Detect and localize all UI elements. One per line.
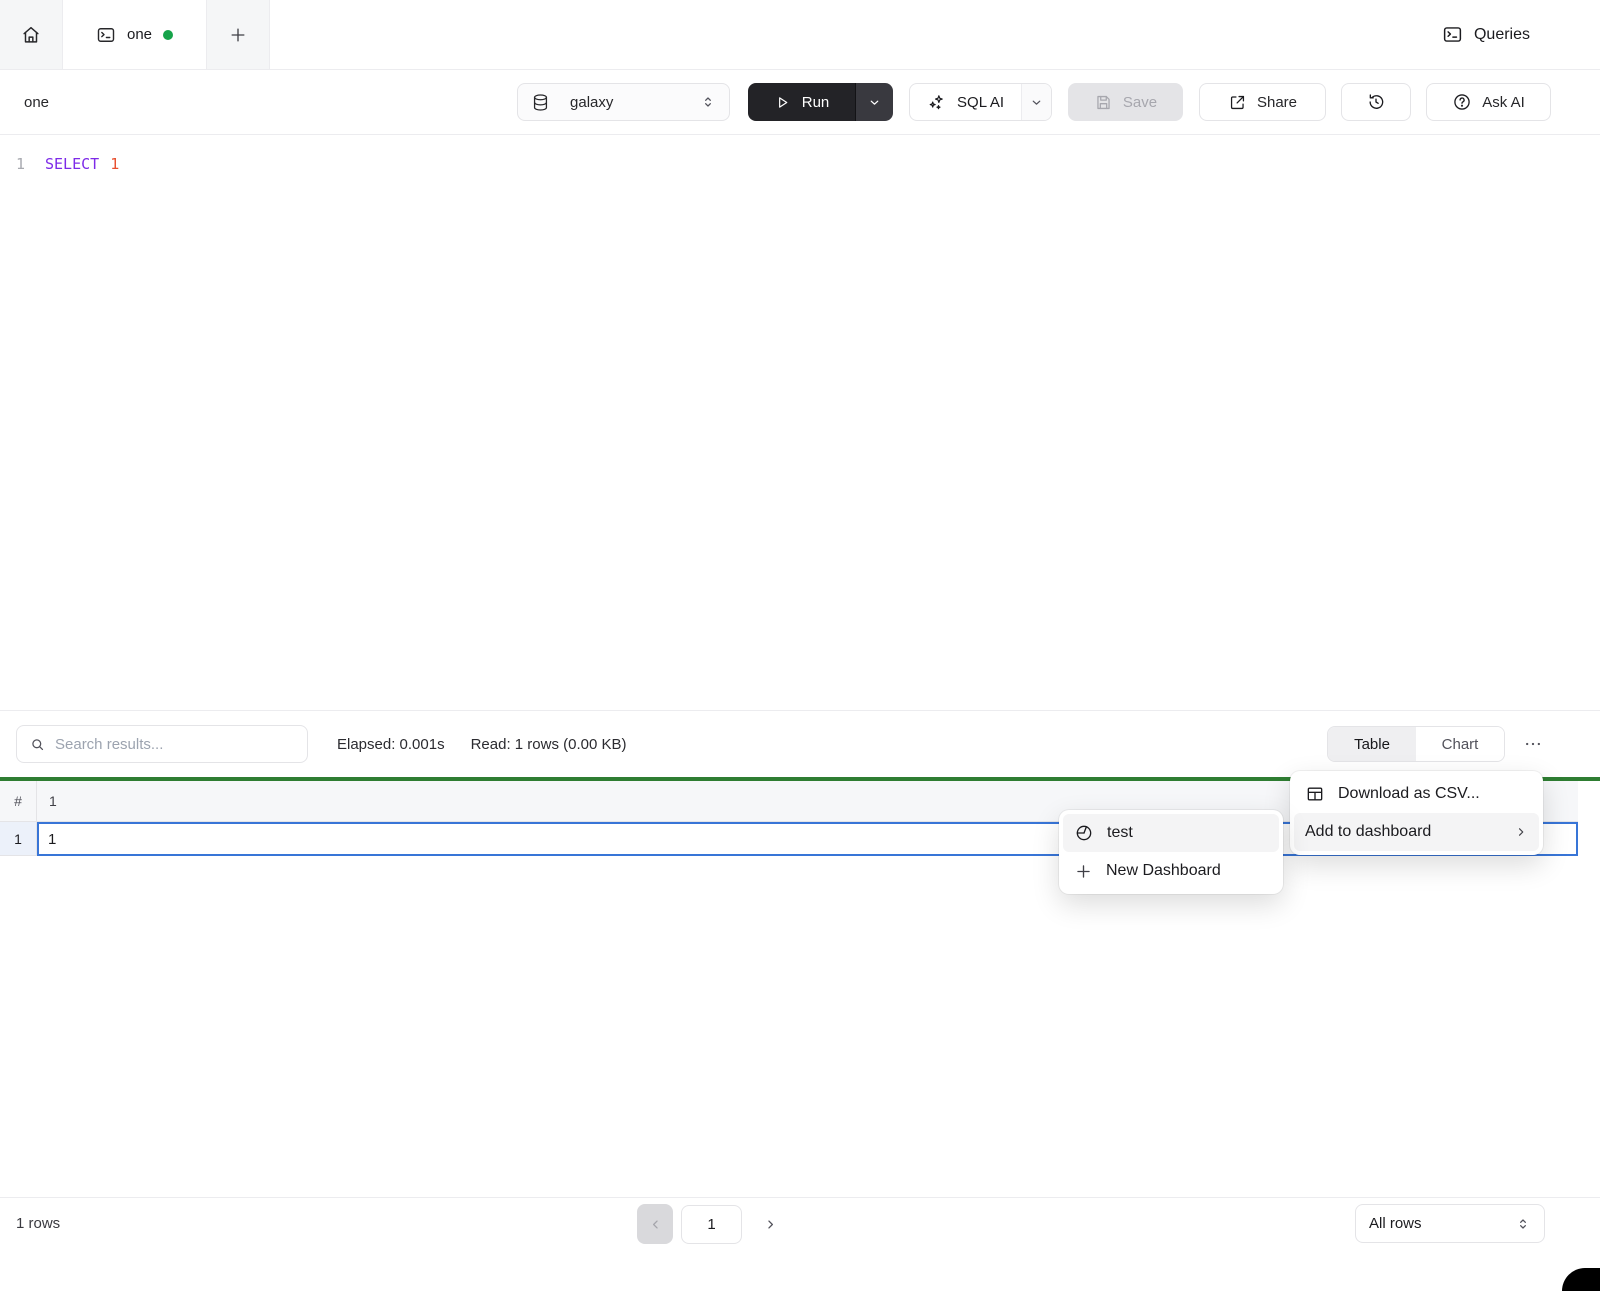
terminal-icon — [96, 25, 116, 45]
query-toolbar: one galaxy — [0, 70, 1600, 135]
ask-ai-label: Ask AI — [1482, 94, 1525, 111]
row-count-label: 1 rows — [16, 1215, 60, 1232]
run-split-button: Run — [748, 83, 893, 121]
sparkles-icon — [927, 93, 946, 112]
terminal-icon — [1442, 24, 1463, 45]
save-button[interactable]: Save — [1068, 83, 1183, 121]
dashboard-submenu: test New Dashboard — [1059, 810, 1283, 894]
more-horizontal-icon — [1523, 734, 1543, 754]
home-icon — [20, 24, 42, 46]
tab-table-view[interactable]: Table — [1328, 727, 1416, 761]
menu-item-label: Add to dashboard — [1305, 823, 1431, 841]
tab-one[interactable]: one — [63, 0, 207, 69]
run-options-caret[interactable] — [855, 83, 893, 121]
page-size-value: All rows — [1369, 1215, 1422, 1232]
submenu-item-label: test — [1107, 824, 1133, 842]
menu-item-download-csv[interactable]: Download as CSV... — [1294, 775, 1539, 813]
history-icon — [1366, 92, 1386, 112]
row-number-cell[interactable]: 1 — [0, 822, 37, 856]
sql-ai-options-caret[interactable] — [1021, 84, 1051, 120]
query-title: one — [24, 94, 49, 111]
history-button[interactable] — [1341, 83, 1411, 121]
view-toggle: Table Chart — [1327, 726, 1505, 762]
sql-editor[interactable]: 1 SELECT 1 — [0, 135, 1600, 711]
sql-literal: 1 — [110, 155, 119, 173]
database-select[interactable]: galaxy — [517, 83, 730, 121]
plus-icon — [1074, 862, 1093, 881]
share-button[interactable]: Share — [1199, 83, 1326, 121]
read-stat: Read: 1 rows (0.00 KB) — [471, 736, 627, 753]
plus-icon — [228, 25, 248, 45]
table-grid-icon — [1305, 784, 1325, 804]
top-tab-bar: one Queries — [0, 0, 1600, 70]
share-label: Share — [1257, 94, 1297, 111]
new-tab-button[interactable] — [207, 0, 270, 69]
menu-item-add-to-dashboard[interactable]: Add to dashboard — [1294, 813, 1539, 851]
results-footer: 1 rows 1 All rows — [0, 1197, 1600, 1291]
line-number: 1 — [0, 155, 32, 173]
submenu-item-label: New Dashboard — [1106, 862, 1221, 880]
run-button[interactable]: Run — [748, 83, 855, 121]
queries-button[interactable]: Queries — [1442, 0, 1530, 69]
submenu-item-new-dashboard[interactable]: New Dashboard — [1063, 852, 1279, 890]
ask-ai-button[interactable]: Ask AI — [1426, 83, 1551, 121]
tab-chart-view[interactable]: Chart — [1416, 727, 1504, 761]
help-circle-icon — [1452, 92, 1472, 112]
tab-label: one — [127, 26, 152, 43]
index-column-header[interactable]: # — [0, 781, 37, 821]
chevron-down-icon — [868, 96, 881, 109]
queries-label: Queries — [1474, 26, 1530, 44]
chevron-right-icon — [1514, 825, 1528, 839]
search-icon — [29, 736, 46, 753]
pagination: 1 — [637, 1204, 785, 1244]
chevron-down-icon — [1030, 96, 1043, 109]
database-icon — [531, 93, 550, 112]
sql-keyword: SELECT — [45, 155, 99, 173]
code-text: SELECT 1 — [45, 155, 119, 173]
more-options-button[interactable] — [1513, 726, 1553, 762]
save-label: Save — [1123, 94, 1157, 111]
sql-ai-split-button: SQL AI — [909, 83, 1052, 121]
run-label: Run — [802, 94, 830, 111]
toolbar-controls: galaxy Run — [517, 83, 1551, 121]
results-context-menu: Download as CSV... Add to dashboard — [1290, 771, 1543, 855]
menu-item-label: Download as CSV... — [1338, 785, 1480, 803]
pie-chart-icon — [1074, 823, 1094, 843]
sql-ai-label: SQL AI — [957, 94, 1004, 111]
results-empty-area — [0, 856, 1600, 1197]
elapsed-stat: Elapsed: 0.001s — [337, 736, 445, 753]
chevron-updown-icon — [1515, 1216, 1531, 1232]
chevron-updown-icon — [700, 94, 716, 110]
share-icon — [1228, 93, 1247, 112]
search-results-input[interactable] — [55, 736, 295, 753]
save-icon — [1094, 93, 1113, 112]
search-results-box — [16, 725, 308, 763]
current-page-button[interactable]: 1 — [681, 1205, 742, 1244]
submenu-item-test[interactable]: test — [1063, 814, 1279, 852]
unsaved-indicator-dot — [163, 30, 173, 40]
code-line: 1 SELECT 1 — [0, 152, 1600, 176]
next-page-button[interactable] — [755, 1204, 785, 1244]
sql-ai-button[interactable]: SQL AI — [910, 84, 1021, 120]
database-name: galaxy — [570, 94, 690, 111]
play-icon — [774, 94, 791, 111]
chevron-right-icon — [763, 1217, 778, 1232]
previous-page-button[interactable] — [637, 1204, 673, 1244]
page-size-select[interactable]: All rows — [1355, 1204, 1545, 1243]
chevron-left-icon — [648, 1217, 663, 1232]
home-button[interactable] — [0, 0, 63, 69]
results-toolbar: Elapsed: 0.001s Read: 1 rows (0.00 KB) T… — [0, 711, 1600, 777]
